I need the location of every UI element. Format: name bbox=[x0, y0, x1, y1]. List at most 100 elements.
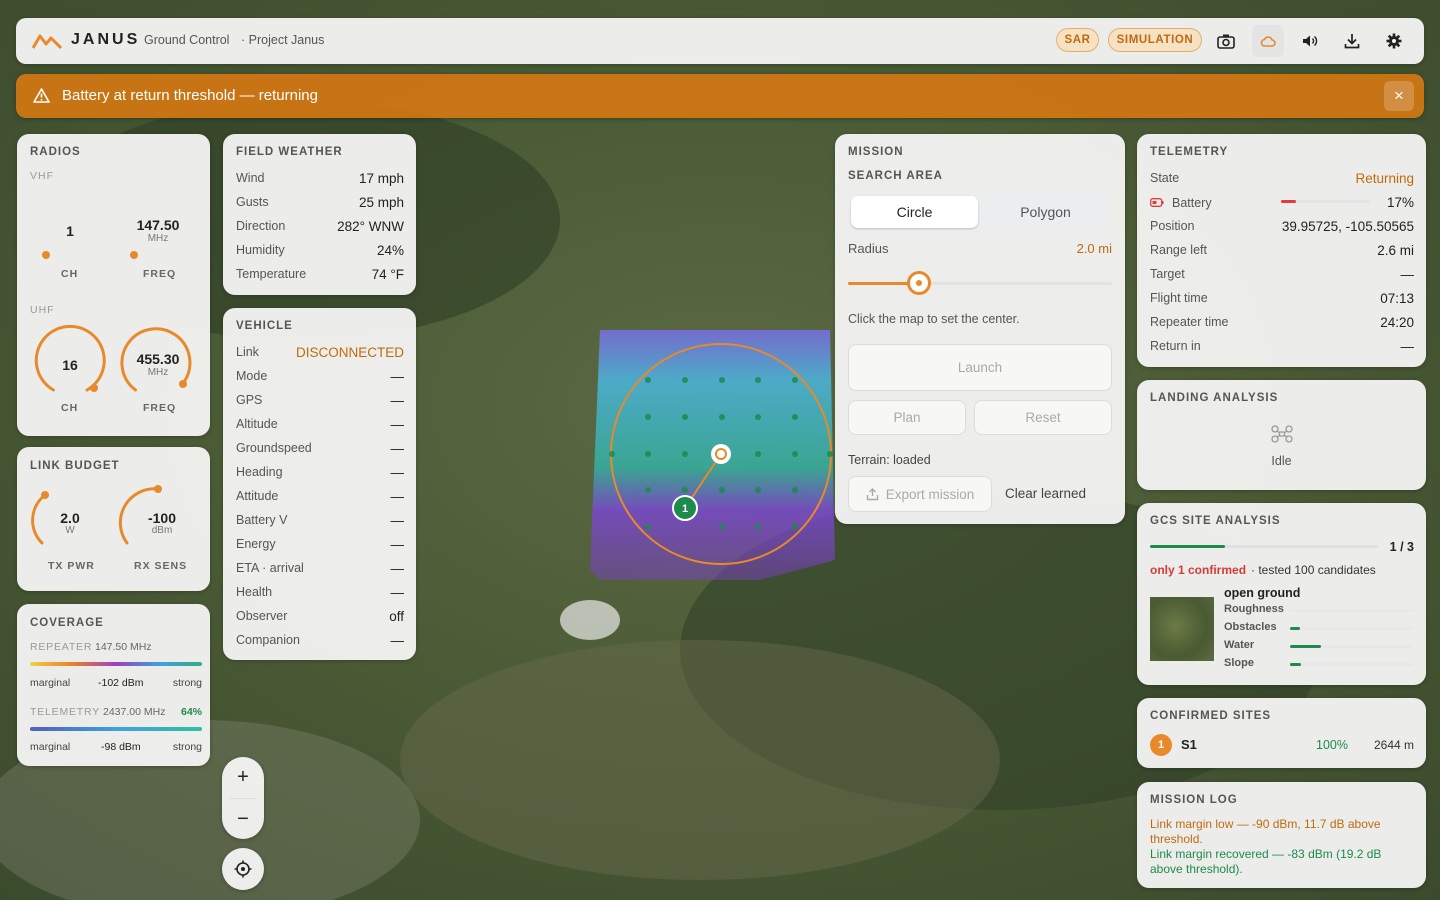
simulation-badge[interactable]: SIMULATION bbox=[1108, 28, 1202, 52]
radio-dials[interactable] bbox=[17, 134, 210, 436]
telemetry-value: 2.6 mi bbox=[1377, 243, 1414, 258]
vehicle-value: — bbox=[390, 393, 405, 408]
vehicle-value: — bbox=[390, 537, 405, 552]
site-thumbnail bbox=[1150, 597, 1214, 661]
volume-button[interactable] bbox=[1294, 25, 1326, 57]
repeater-signal-gradient bbox=[30, 662, 202, 666]
telemetry-row: Position 39.95725, -105.50565 bbox=[1150, 219, 1414, 234]
telemetry-marginal-label: marginal bbox=[30, 741, 71, 753]
coverage-title: COVERAGE bbox=[30, 617, 104, 629]
zoom-in-button[interactable]: + bbox=[222, 757, 264, 797]
zoom-out-button[interactable]: − bbox=[222, 799, 264, 839]
sar-badge[interactable]: SAR bbox=[1056, 28, 1099, 52]
export-mission-button[interactable]: Export mission bbox=[848, 476, 992, 512]
weather-value: 17 mph bbox=[358, 171, 404, 186]
vehicle-label: ETA · arrival bbox=[236, 561, 304, 575]
log-entry-recovered: Link margin recovered — -83 dBm (19.2 dB… bbox=[1150, 847, 1382, 876]
telemetry-value: — bbox=[1400, 267, 1415, 282]
repeater-strong-label: strong bbox=[172, 677, 202, 689]
link-status: DISCONNECTED bbox=[295, 345, 404, 360]
weather-label: Temperature bbox=[236, 267, 307, 281]
gcs-metric-bar bbox=[1290, 645, 1414, 648]
vehicle-value: — bbox=[390, 465, 405, 480]
vehicle-value: — bbox=[390, 489, 405, 504]
search-area-title: SEARCH AREA bbox=[848, 170, 943, 182]
weather-value: 74 °F bbox=[371, 267, 404, 282]
telemetry-label: Return in bbox=[1150, 339, 1201, 353]
telemetry-row: Target — bbox=[1150, 267, 1414, 282]
vhf-frequency-value[interactable]: 147.50 bbox=[125, 217, 191, 233]
vehicle-label: Groundspeed bbox=[236, 441, 312, 455]
locate-button[interactable] bbox=[222, 848, 264, 890]
vehicle-row: Observer off bbox=[236, 609, 404, 624]
alert-message: Battery at return threshold — returning bbox=[62, 87, 318, 104]
weather-row: Humidity 24% bbox=[236, 243, 404, 258]
weather-value: 25 mph bbox=[358, 195, 404, 210]
vehicle-row: ETA · arrival — bbox=[236, 561, 404, 576]
radius-slider[interactable] bbox=[848, 271, 1112, 295]
rx-sensitivity-value[interactable]: -100 bbox=[137, 510, 187, 526]
camera-button[interactable] bbox=[1210, 25, 1242, 57]
uhf-frequency-value[interactable]: 455.30 bbox=[125, 351, 191, 367]
vehicle-label: Altitude bbox=[236, 417, 278, 431]
settings-button[interactable] bbox=[1378, 25, 1410, 57]
circle-tab[interactable]: Circle bbox=[851, 196, 978, 228]
uhf-channel-label: CH bbox=[61, 402, 79, 414]
export-mission-label: Export mission bbox=[885, 486, 975, 502]
vehicle-title: VEHICLE bbox=[236, 320, 293, 332]
polygon-tab[interactable]: Polygon bbox=[982, 196, 1109, 228]
reset-button[interactable]: Reset bbox=[974, 400, 1112, 435]
vehicle-marker[interactable] bbox=[711, 444, 731, 464]
cloud-button[interactable] bbox=[1252, 25, 1284, 57]
vhf-channel-value[interactable]: 1 bbox=[53, 223, 87, 239]
gcs-metric-bar bbox=[1290, 627, 1414, 630]
mission-title: MISSION bbox=[848, 146, 904, 158]
vehicle-row: Health — bbox=[236, 585, 404, 600]
volume-icon bbox=[1302, 35, 1317, 47]
vhf-channel-label: CH bbox=[61, 268, 79, 280]
landing-analysis-panel: LANDING ANALYSIS Idle bbox=[1137, 380, 1426, 490]
vehicle-value: — bbox=[390, 633, 405, 648]
log-entry-warning: Link margin low — -90 dBm, 11.7 dB above… bbox=[1150, 817, 1381, 846]
search-area-toggle: Circle Polygon bbox=[849, 194, 1111, 230]
gcs-metric-label: Obstacles bbox=[1224, 621, 1277, 633]
vehicle-row: Attitude — bbox=[236, 489, 404, 504]
confirmed-site-row[interactable]: 1 S1 100% 2644 m bbox=[1150, 734, 1414, 756]
field-weather-panel: FIELD WEATHER Wind 17 mph Gusts 25 mph Direc… bbox=[223, 134, 416, 295]
radius-value: 2.0 mi bbox=[1076, 241, 1112, 256]
gcs-metric-label: Roughness bbox=[1224, 603, 1284, 615]
state-row: State Returning bbox=[1150, 171, 1414, 186]
confirmed-sites-title: CONFIRMED SITES bbox=[1150, 710, 1272, 722]
weather-label: Wind bbox=[236, 171, 265, 185]
gcs-warning: only 1 confirmed bbox=[1150, 563, 1247, 577]
camera-icon bbox=[1217, 34, 1235, 49]
state-value: Returning bbox=[1355, 171, 1414, 186]
uhf-channel-value[interactable]: 16 bbox=[53, 357, 87, 373]
waypoint-marker[interactable]: 1 bbox=[672, 495, 698, 521]
vehicle-value: — bbox=[390, 369, 405, 384]
zoom-controls: + − bbox=[222, 757, 264, 839]
telemetry-label: Flight time bbox=[1150, 291, 1208, 305]
gcs-metric-bar bbox=[1290, 609, 1414, 612]
tx-power-label: TX PWR bbox=[48, 560, 95, 572]
tx-power-value[interactable]: 2.0 bbox=[53, 510, 87, 526]
terrain-status: Terrain: loaded bbox=[848, 453, 931, 467]
warning-icon bbox=[33, 88, 50, 103]
launch-button[interactable]: Launch bbox=[848, 344, 1112, 391]
telemetry-value: 24:20 bbox=[1380, 315, 1414, 330]
telemetry-value: 39.95725, -105.50565 bbox=[1281, 219, 1414, 234]
site-number-badge: 1 bbox=[1150, 734, 1172, 756]
vehicle-label: Mode bbox=[236, 369, 268, 383]
tx-power-unit: W bbox=[65, 525, 75, 536]
gcs-site-analysis-panel: GCS SITE ANALYSIS 1 / 3 only 1 confirmed… bbox=[1137, 503, 1426, 685]
gcs-metric-bar bbox=[1290, 663, 1414, 666]
vhf-frequency-unit: MHz bbox=[147, 233, 169, 244]
plan-button[interactable]: Plan bbox=[848, 400, 966, 435]
clear-learned-button[interactable]: Clear learned bbox=[1005, 486, 1086, 501]
telemetry-label: Position bbox=[1150, 219, 1195, 233]
vehicle-label: Observer bbox=[236, 609, 288, 623]
download-button[interactable] bbox=[1336, 25, 1368, 57]
radius-slider-thumb[interactable] bbox=[907, 271, 932, 295]
battery-value: 17% bbox=[1386, 195, 1414, 210]
alert-close-button[interactable]: × bbox=[1384, 81, 1414, 111]
